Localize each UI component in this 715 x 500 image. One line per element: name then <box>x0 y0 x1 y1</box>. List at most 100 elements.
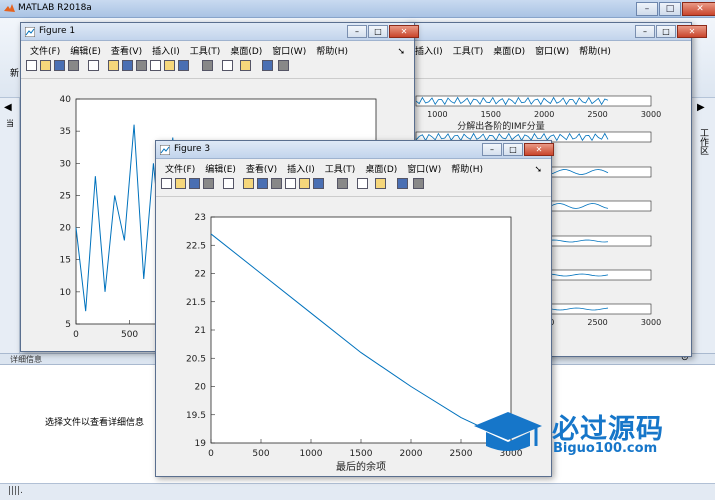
figure-3-menubar: 文件(F) 编辑(E) 查看(V) 插入(I) 工具(T) 桌面(D) 窗口(W… <box>156 159 551 177</box>
minimize-button[interactable]: – <box>347 25 367 38</box>
pointer-icon[interactable] <box>222 177 235 190</box>
figure-2-menubar: 插入(I) 工具(T) 桌面(D) 窗口(W) 帮助(H) <box>406 41 691 59</box>
zoom-out-icon[interactable] <box>121 59 134 72</box>
figure-1-titlebar[interactable]: Figure 1 – □ ✕ <box>21 23 419 41</box>
menu-file[interactable]: 文件(F) <box>160 159 200 177</box>
menu-dock-arrow-icon[interactable]: ➘ <box>392 44 410 60</box>
details-title: 详细信息 <box>10 355 42 364</box>
colorbar-icon[interactable] <box>221 59 234 72</box>
open-file-icon[interactable] <box>39 59 52 72</box>
menu-insert[interactable]: 插入(I) <box>410 41 448 59</box>
x-tick-label: 2500 <box>587 110 607 119</box>
brush-icon[interactable] <box>312 177 325 190</box>
current-folder-strip: ◀ 当 <box>0 98 20 353</box>
menu-desktop[interactable]: 桌面(D) <box>225 41 267 59</box>
minimize-button[interactable]: – <box>636 2 658 16</box>
data-cursor-icon[interactable] <box>163 59 176 72</box>
new-file-icon[interactable] <box>160 177 173 190</box>
expand-arrow-icon[interactable]: ▶ <box>697 102 705 113</box>
y-tick-label: 10 <box>60 288 72 298</box>
maximize-button[interactable]: □ <box>656 25 676 38</box>
y-tick-label: 21.5 <box>186 298 206 308</box>
y-tick-label: 20.5 <box>186 354 206 364</box>
menu-help[interactable]: 帮助(H) <box>446 159 488 177</box>
menu-window[interactable]: 窗口(W) <box>267 41 311 59</box>
menu-desktop[interactable]: 桌面(D) <box>360 159 402 177</box>
status-bar: ||||. <box>0 483 715 500</box>
y-tick-label: 20 <box>60 224 72 234</box>
menu-insert[interactable]: 插入(I) <box>282 159 320 177</box>
menu-view[interactable]: 查看(V) <box>241 159 282 177</box>
legend-icon[interactable] <box>239 59 252 72</box>
y-tick-label: 23 <box>195 213 206 223</box>
x-axis-label: 分解出各阶的IMF分量 <box>457 120 545 132</box>
figure-1-toolbar <box>21 59 414 79</box>
figure-3-titlebar[interactable]: Figure 3 – □ ✕ <box>156 141 554 159</box>
y-tick-label: 22 <box>195 270 206 280</box>
maximize-button[interactable]: □ <box>659 2 681 16</box>
matlab-logo-icon <box>4 4 15 12</box>
zoom-out-icon[interactable] <box>256 177 269 190</box>
figure-2-titlebar[interactable]: – □ ✕ <box>406 23 707 41</box>
pan-icon[interactable] <box>270 177 283 190</box>
new-file-icon[interactable] <box>25 59 38 72</box>
pan-icon[interactable] <box>135 59 148 72</box>
current-folder-stub: 当 <box>6 119 14 128</box>
rotate-icon[interactable] <box>149 59 162 72</box>
y-tick-label: 19.5 <box>186 411 206 421</box>
minimize-button[interactable]: – <box>482 143 502 156</box>
close-button[interactable]: ✕ <box>677 25 707 38</box>
menu-tools[interactable]: 工具(T) <box>320 159 361 177</box>
print-icon[interactable] <box>67 59 80 72</box>
x-tick-label: 2000 <box>534 110 554 119</box>
desktop: MATLAB R2018a – □ ✕ 新 ◀ 当 ▶ 工作区 详细信息 ⊙ 选… <box>0 0 715 500</box>
maximize-button[interactable]: □ <box>368 25 388 38</box>
zoom-in-icon[interactable] <box>107 59 120 72</box>
workspace-tab[interactable]: 工作区 <box>697 128 710 155</box>
menu-insert[interactable]: 插入(I) <box>147 41 185 59</box>
legend-icon[interactable] <box>374 177 387 190</box>
x-tick-label: 500 <box>121 330 138 340</box>
minimize-button[interactable]: – <box>635 25 655 38</box>
menu-edit[interactable]: 编辑(E) <box>65 41 106 59</box>
zoom-in-icon[interactable] <box>242 177 255 190</box>
matlab-titlebar: MATLAB R2018a – □ ✕ <box>0 0 715 18</box>
menu-help[interactable]: 帮助(H) <box>574 41 616 59</box>
y-tick-label: 30 <box>60 159 72 169</box>
menu-desktop[interactable]: 桌面(D) <box>488 41 530 59</box>
open-file-icon[interactable] <box>174 177 187 190</box>
show-tools-icon[interactable] <box>412 177 425 190</box>
x-tick-label: 1000 <box>300 449 323 459</box>
back-arrow-icon[interactable]: ◀ <box>4 102 12 113</box>
maximize-button[interactable]: □ <box>503 143 523 156</box>
menu-file[interactable]: 文件(F) <box>25 41 65 59</box>
data-cursor-icon[interactable] <box>298 177 311 190</box>
figure-icon <box>25 27 35 37</box>
close-button[interactable]: ✕ <box>524 143 554 156</box>
close-button[interactable]: ✕ <box>389 25 419 38</box>
show-tools-icon[interactable] <box>277 59 290 72</box>
link-icon[interactable] <box>336 177 349 190</box>
close-button[interactable]: ✕ <box>682 2 715 16</box>
save-icon[interactable] <box>53 59 66 72</box>
brush-icon[interactable] <box>177 59 190 72</box>
menu-tools[interactable]: 工具(T) <box>448 41 489 59</box>
link-icon[interactable] <box>201 59 214 72</box>
menu-dock-arrow-icon[interactable]: ➘ <box>529 162 547 178</box>
save-icon[interactable] <box>188 177 201 190</box>
pointer-icon[interactable] <box>87 59 100 72</box>
hide-tools-icon[interactable] <box>396 177 409 190</box>
menu-view[interactable]: 查看(V) <box>106 41 147 59</box>
menu-window[interactable]: 窗口(W) <box>530 41 574 59</box>
menu-help[interactable]: 帮助(H) <box>311 41 353 59</box>
menu-tools[interactable]: 工具(T) <box>185 41 226 59</box>
colorbar-icon[interactable] <box>356 177 369 190</box>
print-icon[interactable] <box>202 177 215 190</box>
menu-edit[interactable]: 编辑(E) <box>200 159 241 177</box>
figure-1-controls: – □ ✕ <box>346 25 419 38</box>
rotate-icon[interactable] <box>284 177 297 190</box>
new-stub[interactable]: 新 <box>10 66 19 79</box>
menu-window[interactable]: 窗口(W) <box>402 159 446 177</box>
x-tick-label: 3000 <box>641 318 661 327</box>
hide-tools-icon[interactable] <box>261 59 274 72</box>
